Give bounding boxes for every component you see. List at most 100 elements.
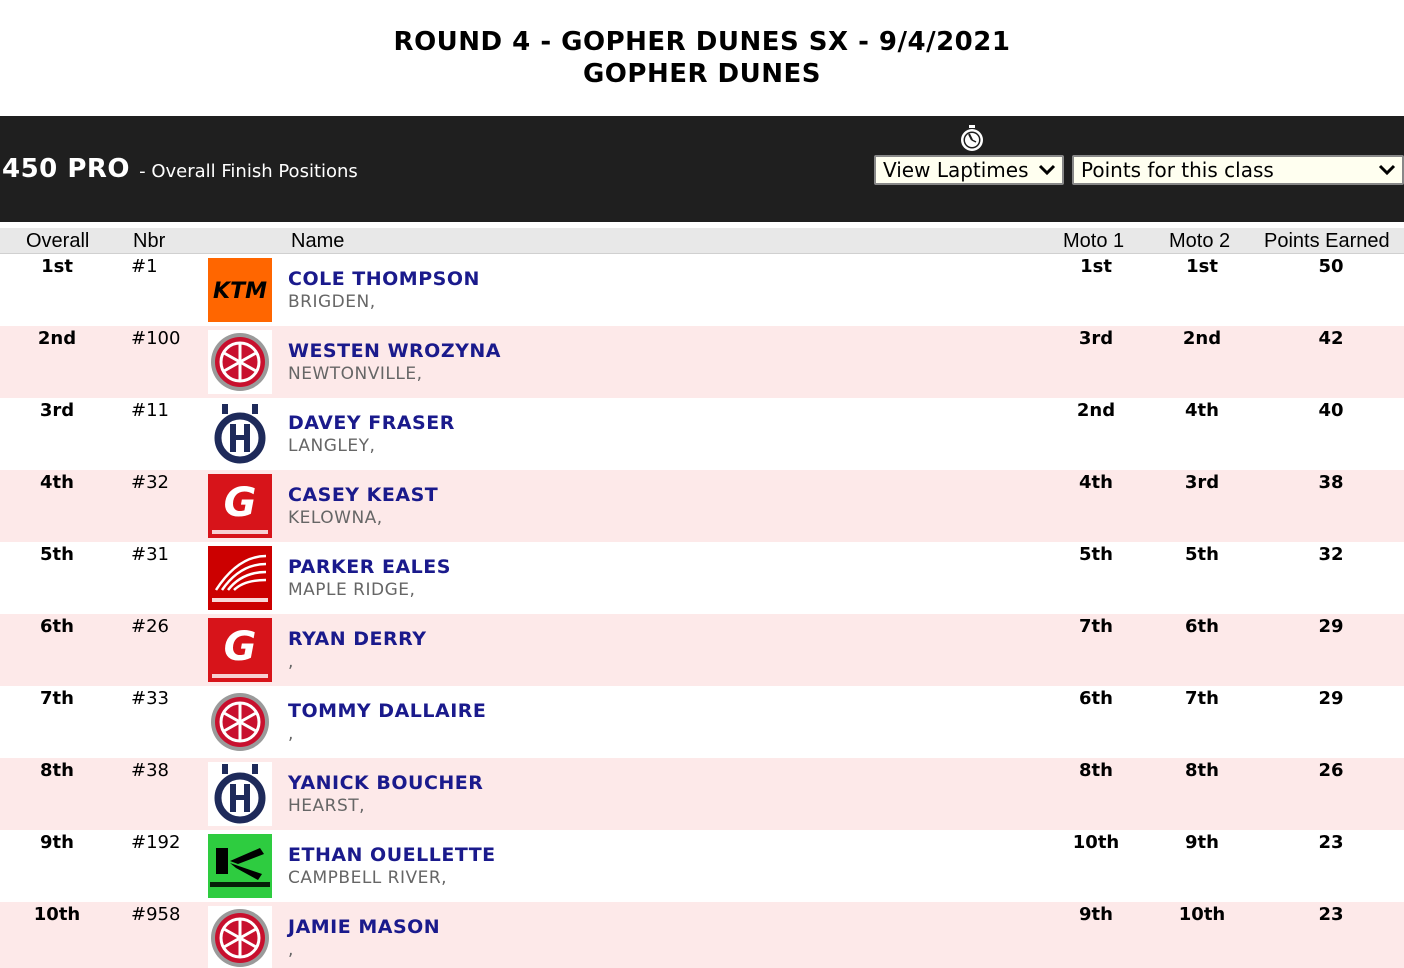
table-row: 6th #26 G RYAN DERRY , 7th 6th 29 <box>0 614 1404 686</box>
moto2-result: 6th <box>1185 616 1219 637</box>
col-moto2: Moto 2 <box>1169 230 1231 252</box>
points-earned: 29 <box>1318 688 1344 709</box>
bike-number: #192 <box>131 832 181 853</box>
col-moto1: Moto 1 <box>1063 230 1125 252</box>
col-name: Name <box>291 230 345 252</box>
bike-number: #26 <box>131 616 169 637</box>
points-earned: 38 <box>1318 472 1344 493</box>
class-title: 450 PRO - Overall Finish Positions <box>2 154 358 184</box>
event-title: ROUND 4 - GOPHER DUNES SX - 9/4/2021 <box>393 27 1011 57</box>
bike-number: #1 <box>131 256 158 277</box>
moto2-result: 1st <box>1186 256 1218 277</box>
bike-number: #31 <box>131 544 169 565</box>
table-row: 7th #33 TOMMY DALLAIRE , 6th 7th 29 <box>0 686 1404 758</box>
moto1-result: 8th <box>1079 760 1113 781</box>
bike-number: #33 <box>131 688 169 709</box>
moto1-result: 9th <box>1079 904 1113 925</box>
rider-name-link[interactable]: PARKER EALES <box>288 556 451 578</box>
col-overall: Overall <box>26 230 90 252</box>
class-subtitle: - Overall Finish Positions <box>139 161 358 182</box>
overall-position: 8th <box>40 760 74 781</box>
svg-text:G: G <box>224 480 257 526</box>
moto1-result: 1st <box>1080 256 1112 277</box>
results-column-header: Overall Nbr Name Moto 1 Moto 2 Points Ea… <box>0 228 1404 254</box>
event-venue: GOPHER DUNES <box>582 59 822 89</box>
moto2-result: 2nd <box>1182 328 1222 349</box>
rider-hometown: NEWTONVILLE, <box>288 364 423 384</box>
kawasaki-logo-icon <box>208 834 272 898</box>
overall-position: 1st <box>41 256 73 277</box>
husqvarna-logo-icon <box>208 762 272 826</box>
honda-logo-icon <box>208 546 272 610</box>
rider-hometown: KELOWNA, <box>288 508 383 528</box>
rider-hometown: , <box>288 652 294 672</box>
points-earned: 29 <box>1318 616 1344 637</box>
class-name: 450 PRO <box>2 154 131 184</box>
rider-name-link[interactable]: DAVEY FRASER <box>288 412 455 434</box>
points-earned: 50 <box>1318 256 1344 277</box>
bike-number: #11 <box>131 400 169 421</box>
moto2-result: 9th <box>1185 832 1219 853</box>
overall-position: 5th <box>40 544 74 565</box>
points-class-select[interactable]: Points for this class <box>1072 155 1404 185</box>
table-row: 1st #1 KTM COLE THOMPSON BRIGDEN, 1st 1s… <box>0 254 1404 326</box>
gasgas-logo-icon: G <box>208 618 272 682</box>
results-table: 1st #1 KTM COLE THOMPSON BRIGDEN, 1st 1s… <box>0 254 1404 968</box>
rider-name-link[interactable]: COLE THOMPSON <box>288 268 480 290</box>
table-row: 2nd #100 WESTEN WROZYNA NEWTONVILLE, 3rd… <box>0 326 1404 398</box>
points-earned: 23 <box>1318 832 1344 853</box>
rider-name-link[interactable]: RYAN DERRY <box>288 628 426 650</box>
points-earned: 40 <box>1318 400 1344 421</box>
rider-name-link[interactable]: ETHAN OUELLETTE <box>288 844 496 866</box>
rider-name-link[interactable]: YANICK BOUCHER <box>288 772 483 794</box>
view-laptimes-select[interactable]: View Laptimes <box>874 155 1064 185</box>
moto1-result: 5th <box>1079 544 1113 565</box>
bike-number: #958 <box>131 904 181 925</box>
moto2-result: 8th <box>1185 760 1219 781</box>
rider-name-link[interactable]: JAMIE MASON <box>288 916 440 938</box>
bike-number: #38 <box>131 760 169 781</box>
view-laptimes-label: View Laptimes <box>883 158 1029 182</box>
table-row: 3rd #11 DAVEY FRASER LANGLEY, 2nd 4th 40 <box>0 398 1404 470</box>
col-nbr: Nbr <box>133 230 166 252</box>
points-earned: 26 <box>1318 760 1344 781</box>
table-row: 9th #192 ETHAN OUELLETTE CAMPBELL RIVER,… <box>0 830 1404 902</box>
class-bar: 450 PRO - Overall Finish Positions View … <box>0 116 1404 222</box>
moto1-result: 7th <box>1079 616 1113 637</box>
moto2-result: 5th <box>1185 544 1219 565</box>
moto1-result: 4th <box>1079 472 1113 493</box>
table-row: 5th #31 PARKER EALES MAPLE RIDGE, 5th 5t… <box>0 542 1404 614</box>
moto1-result: 2nd <box>1076 400 1116 421</box>
rider-hometown: CAMPBELL RIVER, <box>288 868 448 888</box>
rider-hometown: , <box>288 724 294 744</box>
yamaha-logo-icon <box>208 906 272 968</box>
stopwatch-icon[interactable] <box>958 124 986 152</box>
svg-text:KTM: KTM <box>213 279 267 304</box>
moto1-result: 3rd <box>1078 328 1114 349</box>
rider-hometown: LANGLEY, <box>288 436 376 456</box>
rider-hometown: HEARST, <box>288 796 366 816</box>
yamaha-logo-icon <box>208 330 272 394</box>
table-row: 4th #32 G CASEY KEAST KELOWNA, 4th 3rd 3… <box>0 470 1404 542</box>
moto2-result: 10th <box>1178 904 1226 925</box>
husqvarna-logo-icon <box>208 402 272 466</box>
rider-name-link[interactable]: CASEY KEAST <box>288 484 438 506</box>
gasgas-logo-icon: G <box>208 474 272 538</box>
table-row: 10th #958 JAMIE MASON , 9th 10th 23 <box>0 902 1404 968</box>
rider-hometown: , <box>288 940 294 960</box>
points-earned: 42 <box>1318 328 1344 349</box>
moto1-result: 10th <box>1072 832 1120 853</box>
rider-name-link[interactable]: WESTEN WROZYNA <box>288 340 501 362</box>
rider-name-link[interactable]: TOMMY DALLAIRE <box>288 700 486 722</box>
moto2-result: 7th <box>1185 688 1219 709</box>
yamaha-logo-icon <box>208 690 272 754</box>
chevron-down-icon <box>1038 164 1056 176</box>
overall-position: 2nd <box>37 328 77 349</box>
points-earned: 32 <box>1318 544 1344 565</box>
points-earned: 23 <box>1318 904 1344 925</box>
overall-position: 7th <box>40 688 74 709</box>
bike-number: #32 <box>131 472 169 493</box>
overall-position: 3rd <box>39 400 75 421</box>
moto1-result: 6th <box>1079 688 1113 709</box>
ktm-logo-icon: KTM <box>208 258 272 322</box>
